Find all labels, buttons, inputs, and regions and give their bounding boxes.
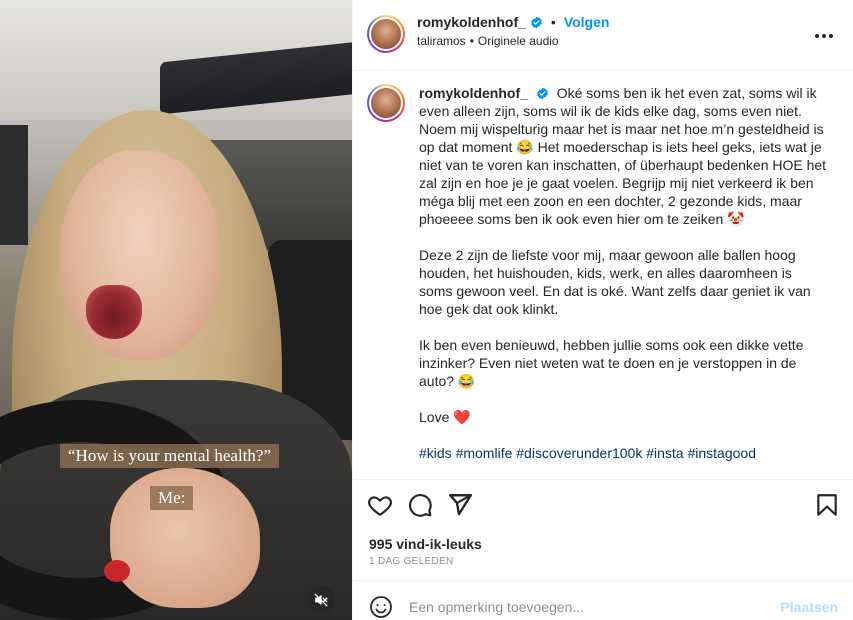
follow-button[interactable]: Volgen bbox=[564, 14, 610, 30]
action-bar: 995 vind-ik-leuks 1 DAG GELEDEN bbox=[353, 479, 853, 579]
overlay-answer: Me: bbox=[150, 486, 194, 510]
caption-paragraph-2: Deze 2 zijn de liefste voor mij, maar ge… bbox=[419, 247, 811, 317]
comment-form: Plaatsen bbox=[353, 580, 853, 620]
likes-count[interactable]: 995 vind-ik-leuks bbox=[369, 536, 482, 552]
audio-info: taliramos • Originele audio bbox=[417, 34, 609, 48]
share-button[interactable] bbox=[447, 492, 473, 518]
verified-badge-icon bbox=[536, 87, 548, 100]
overlay-question: “How is your mental health?” bbox=[60, 444, 279, 468]
caption-avatar[interactable] bbox=[367, 84, 405, 122]
comment-button[interactable] bbox=[407, 492, 433, 518]
header-username[interactable]: romykoldenhof_ bbox=[417, 14, 526, 30]
post-media[interactable]: “How is your mental health?” Me: bbox=[0, 0, 352, 620]
header-names: romykoldenhof_ • Volgen taliramos • Orig… bbox=[417, 14, 609, 48]
caption-paragraph-1: Oké soms ben ik het even zat, soms wil i… bbox=[419, 85, 827, 227]
bookmark-icon bbox=[817, 494, 837, 516]
verified-badge-icon bbox=[531, 16, 542, 28]
comments-section[interactable]: romykoldenhof_ Oké soms ben ik het even … bbox=[353, 72, 853, 478]
emoji-button[interactable] bbox=[369, 595, 393, 619]
person-mouth bbox=[86, 285, 142, 339]
post-comment-button[interactable]: Plaatsen bbox=[780, 599, 838, 615]
post-date: 1 DAG GELEDEN bbox=[369, 556, 454, 567]
audio-separator: • bbox=[469, 34, 474, 48]
caption-username[interactable]: romykoldenhof_ bbox=[419, 85, 528, 101]
comment-icon bbox=[409, 494, 432, 517]
mute-icon bbox=[314, 593, 328, 607]
more-options-icon[interactable] bbox=[812, 24, 836, 48]
like-button[interactable] bbox=[367, 492, 393, 518]
caption-text: romykoldenhof_ Oké soms ben ik het even … bbox=[419, 84, 829, 478]
caption-paragraph-3: Ik ben even benieuwd, hebben jullie soms… bbox=[419, 337, 804, 389]
header-separator: • bbox=[550, 14, 556, 30]
caption-hashtags[interactable]: #kids #momlife #discoverunder100k #insta… bbox=[419, 444, 829, 462]
smiley-icon bbox=[370, 596, 392, 618]
car-window-left bbox=[0, 125, 28, 245]
action-icons bbox=[367, 492, 840, 520]
post: “How is your mental health?” Me: romykol… bbox=[0, 0, 853, 620]
share-icon bbox=[449, 494, 472, 516]
post-header: romykoldenhof_ • Volgen taliramos • Orig… bbox=[353, 0, 853, 71]
post-caption: romykoldenhof_ Oké soms ben ik het even … bbox=[367, 84, 847, 478]
person-face bbox=[60, 150, 220, 360]
mute-button[interactable] bbox=[307, 586, 335, 614]
audio-author[interactable]: taliramos bbox=[417, 34, 466, 48]
caption-paragraph-4: Love ❤️ bbox=[419, 409, 471, 425]
post-details: romykoldenhof_ • Volgen taliramos • Orig… bbox=[352, 0, 853, 620]
audio-label[interactable]: Originele audio bbox=[478, 34, 559, 48]
heart-icon bbox=[368, 496, 392, 516]
red-nail bbox=[104, 560, 130, 582]
comment-input[interactable] bbox=[409, 595, 769, 619]
author-avatar[interactable] bbox=[367, 15, 405, 53]
save-button[interactable] bbox=[814, 492, 840, 518]
